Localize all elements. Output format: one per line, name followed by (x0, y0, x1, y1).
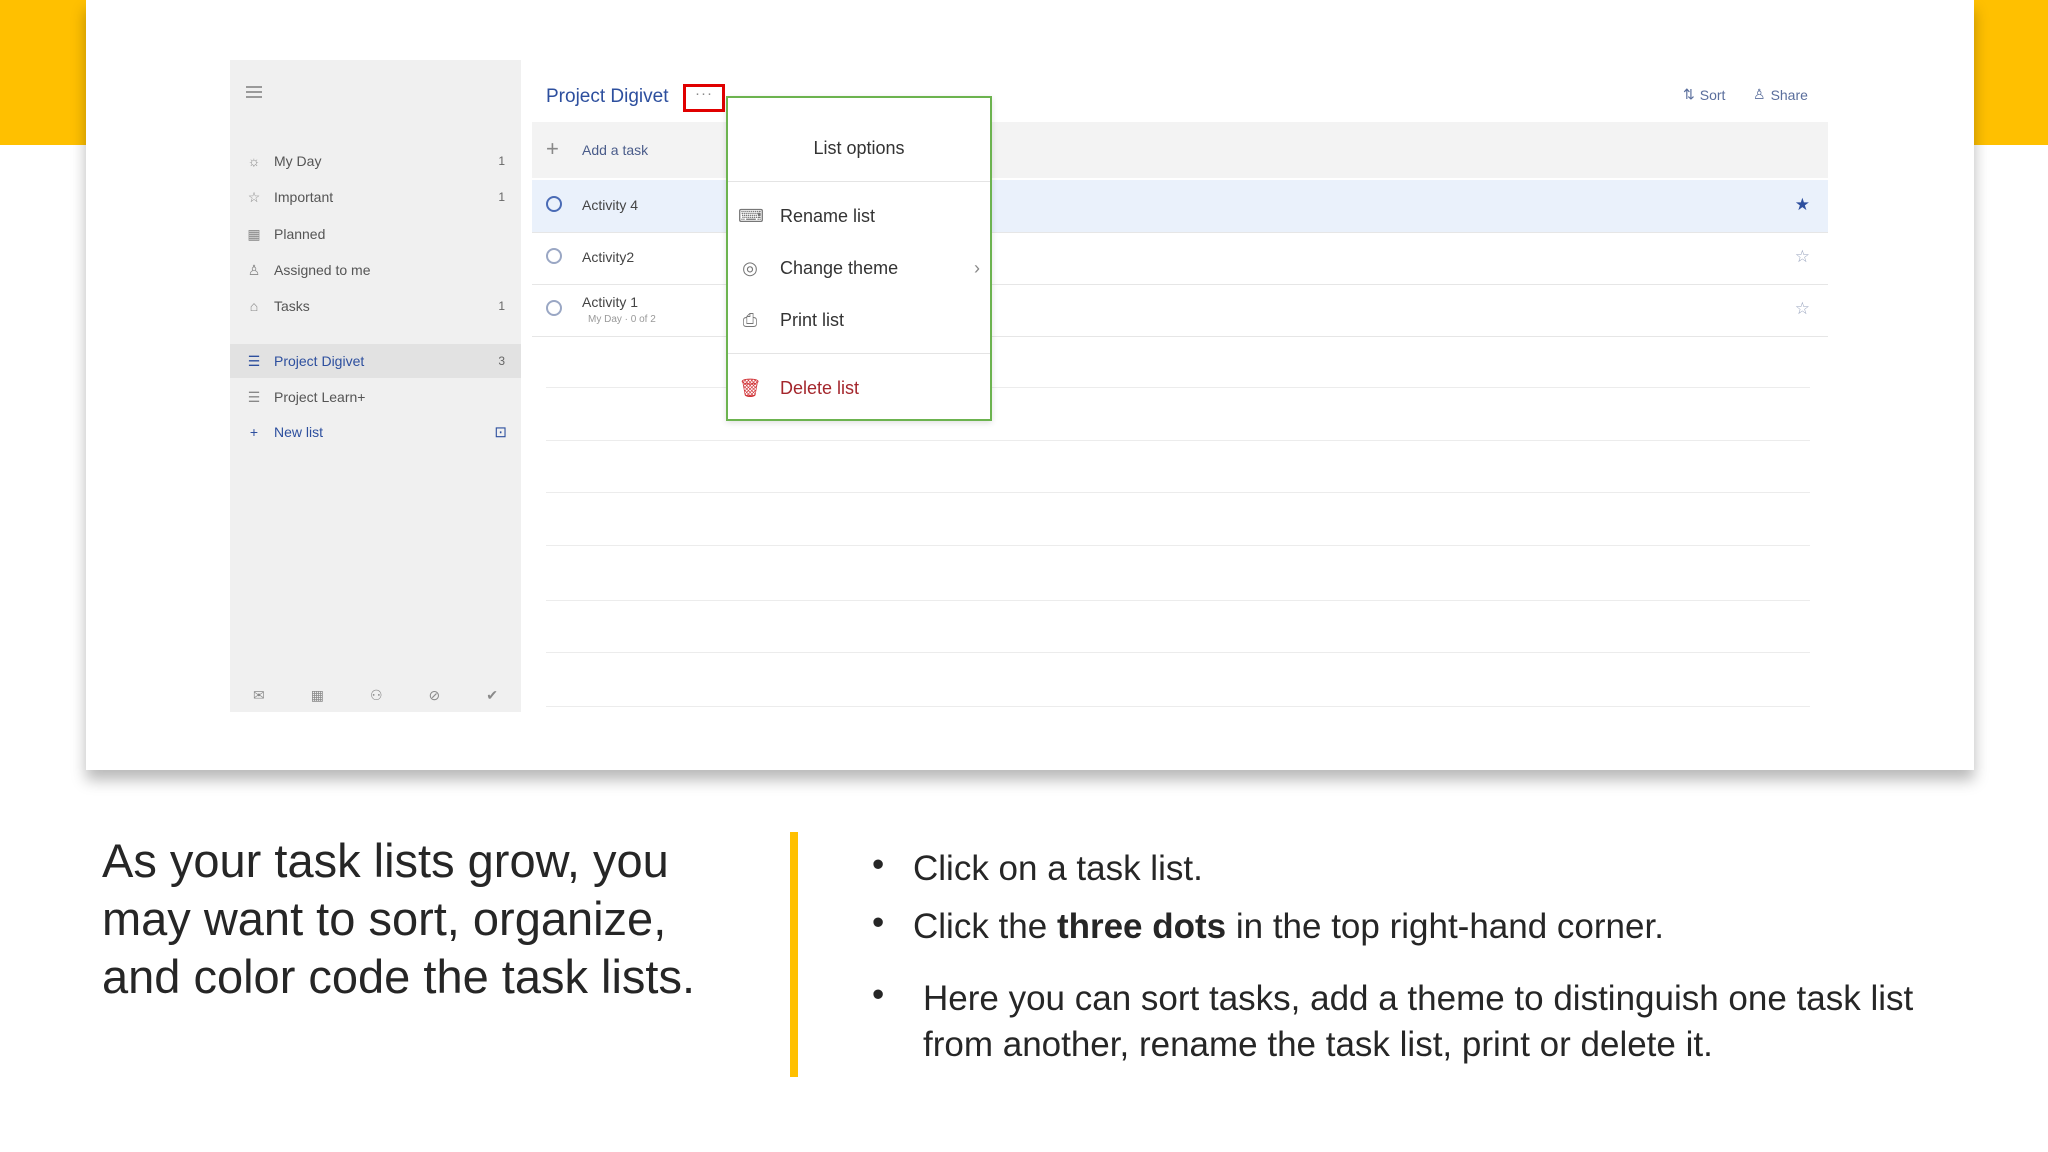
complete-checkbox[interactable] (546, 300, 562, 316)
sidebar-item-my-day[interactable]: ☼ My Day 1 (230, 144, 521, 178)
list-title: Project Digivet (546, 86, 669, 107)
divider (546, 652, 1810, 653)
person-icon: ♙ (247, 261, 261, 278)
sidebar-item-count: 1 (498, 190, 505, 204)
complete-checkbox[interactable] (546, 196, 562, 212)
divider (546, 600, 1810, 601)
menu-item-label: Change theme (780, 257, 899, 278)
sidebar-item-assigned[interactable]: ♙ Assigned to me (230, 253, 521, 287)
new-group-icon[interactable]: ⊡ (494, 423, 507, 441)
share-label: Share (1770, 86, 1808, 103)
share-button[interactable]: ♙ Share (1753, 86, 1808, 103)
bullet-marker: • (872, 975, 885, 1014)
home-icon: ⌂ (249, 298, 259, 314)
more-options-button[interactable]: ··· (683, 84, 725, 112)
sidebar-item-tasks[interactable]: ⌂ Tasks 1 (230, 289, 521, 323)
bullet-marker: • (872, 845, 885, 884)
divider (546, 440, 1810, 441)
sort-button[interactable]: ⇅ Sort (1683, 86, 1725, 103)
list-options-menu: List options ⌨ Rename list ◎ Change them… (726, 96, 992, 421)
sidebar-list-project-digivet[interactable]: ☰ Project Digivet 3 (230, 344, 521, 378)
plus-icon: + (249, 424, 259, 440)
attachment-icon[interactable]: ⊘ (429, 687, 441, 704)
rename-list-item[interactable]: ⌨ Rename list (728, 194, 990, 238)
sun-icon: ☼ (247, 153, 261, 169)
sidebar-footer: ✉ ▦ ⚇ ⊘ ✔ (230, 678, 521, 712)
menu-item-label: Delete list (780, 377, 860, 398)
bullet-1: Click on a task list. (913, 849, 1203, 888)
bullet-marker: • (872, 903, 885, 942)
change-theme-item[interactable]: ◎ Change theme › (728, 246, 990, 290)
star-icon: ☆ (247, 188, 261, 205)
people-icon[interactable]: ⚇ (370, 687, 383, 704)
todo-check-icon[interactable]: ✔ (486, 687, 498, 704)
bullet-2: Click the three dots in the top right-ha… (913, 904, 1664, 950)
trash-icon: 🗑 (738, 377, 762, 398)
divider-bar (790, 832, 798, 1077)
sidebar-item-label: Important (274, 189, 334, 205)
accent-bar-right (1974, 0, 2048, 145)
complete-checkbox[interactable] (546, 248, 562, 264)
mail-icon[interactable]: ✉ (253, 687, 265, 704)
screenshot-frame: ☼ My Day 1 ☆ Important 1 ▦ Planned ♙ Ass… (86, 0, 1974, 770)
menu-title: List options (813, 138, 905, 158)
list-icon: ☰ (247, 352, 261, 369)
plus-icon: + (546, 136, 559, 161)
calendar-icon[interactable]: ▦ (311, 687, 324, 704)
sidebar-new-list[interactable]: + New list ⊡ (230, 415, 521, 449)
task-title: Activity 4 (582, 197, 639, 213)
sidebar-item-label: Assigned to me (274, 262, 371, 278)
new-list-label: New list (274, 424, 324, 440)
list-icon: ☰ (247, 388, 261, 405)
accent-bar-left (0, 0, 86, 145)
task-subtitle: My Day · 0 of 2 (588, 314, 656, 325)
divider (546, 545, 1810, 546)
print-list-item[interactable]: ⎙ Print list (728, 298, 990, 342)
printer-icon: ⎙ (742, 309, 758, 330)
menu-item-label: Print list (780, 309, 845, 330)
sidebar-item-label: Tasks (274, 298, 310, 314)
bullet-2-post: in the top right-hand corner. (1226, 907, 1664, 946)
calendar-icon: ▦ (247, 225, 261, 242)
bullet-2-bold: three dots (1056, 907, 1227, 946)
sidebar: ☼ My Day 1 ☆ Important 1 ▦ Planned ♙ Ass… (230, 60, 521, 712)
rename-icon: ⌨ (738, 205, 764, 226)
menu-item-label: Rename list (780, 205, 876, 226)
important-star-icon[interactable]: ★ (1795, 195, 1810, 215)
add-task-input[interactable]: Add a task (582, 142, 648, 158)
chevron-right-icon: › (974, 257, 980, 278)
menu-divider (728, 181, 990, 182)
sort-icon: ⇅ (1683, 86, 1695, 102)
person-icon: ♙ (1753, 86, 1766, 102)
divider (546, 492, 1810, 493)
sidebar-item-important[interactable]: ☆ Important 1 (230, 180, 521, 214)
divider (546, 706, 1810, 707)
sort-label: Sort (1699, 86, 1726, 103)
bullet-2-pre: Click the (913, 907, 1057, 946)
menu-divider (728, 353, 990, 354)
sidebar-item-count: 1 (498, 154, 505, 168)
task-title: Activity 1 (582, 294, 639, 310)
hamburger-menu-icon[interactable] (246, 86, 262, 101)
sidebar-item-label: Planned (274, 226, 326, 242)
sidebar-item-count: 1 (498, 299, 505, 313)
important-star-icon[interactable]: ☆ (1795, 299, 1810, 319)
important-star-icon[interactable]: ☆ (1795, 247, 1810, 267)
delete-list-item[interactable]: 🗑 Delete list (728, 366, 990, 410)
sidebar-item-label: My Day (274, 153, 322, 169)
intro-text: As your task lists grow, you may want to… (102, 834, 696, 1003)
palette-icon: ◎ (742, 257, 758, 278)
sidebar-item-count: 3 (498, 354, 505, 368)
bullet-3: Here you can sort tasks, add a theme to … (923, 979, 1914, 1064)
sidebar-item-label: Project Digivet (274, 353, 365, 369)
sidebar-list-project-learn[interactable]: ☰ Project Learn+ (230, 380, 521, 414)
sidebar-item-label: Project Learn+ (274, 389, 366, 405)
sidebar-item-planned[interactable]: ▦ Planned (230, 217, 521, 251)
task-title: Activity2 (582, 249, 635, 265)
